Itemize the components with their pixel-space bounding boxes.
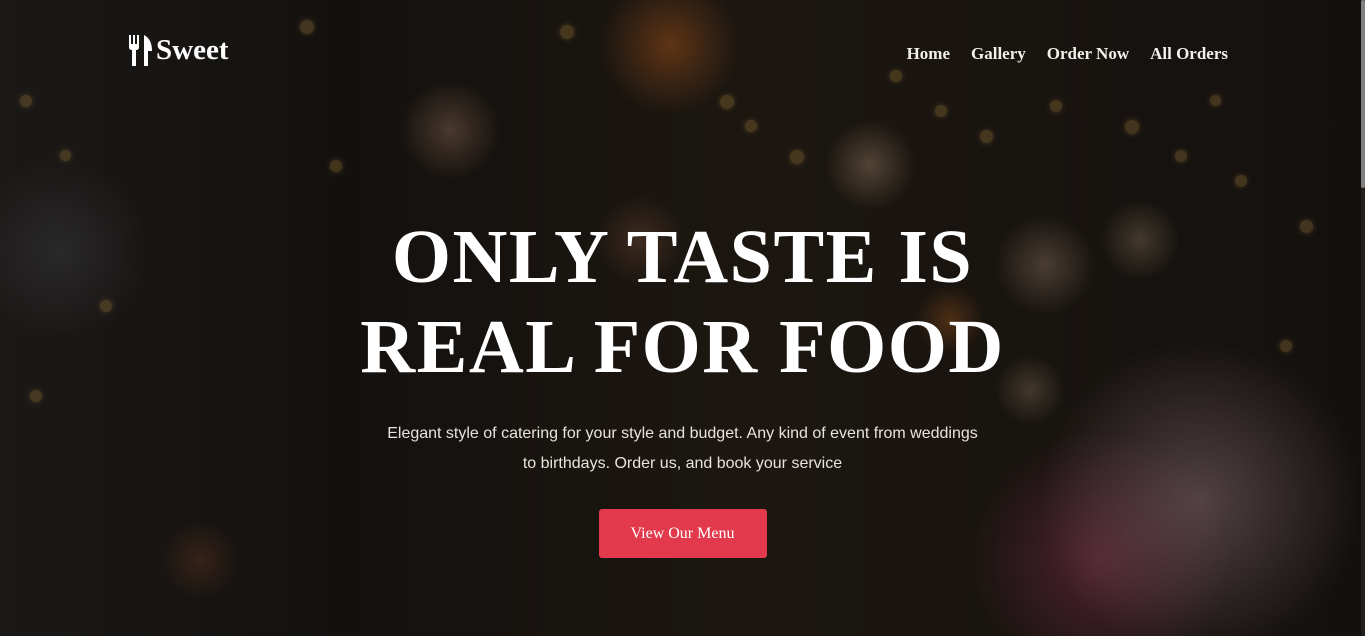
- page-scrollbar[interactable]: [1361, 0, 1365, 636]
- bokeh-light: [935, 105, 947, 117]
- bokeh-light: [330, 160, 342, 172]
- bokeh-light: [790, 150, 804, 164]
- hero-content: ONLY TASTE IS REAL FOR FOOD Elegant styl…: [0, 212, 1365, 558]
- brand-logo-link[interactable]: Sweet: [128, 32, 228, 68]
- main-nav: Home Gallery Order Now All Orders: [886, 43, 1228, 65]
- nav-item-gallery[interactable]: Gallery: [971, 43, 1026, 65]
- nav-item-home[interactable]: Home: [907, 43, 950, 65]
- hero-subtitle: Elegant style of catering for your style…: [387, 425, 978, 472]
- hero-section: Sweet Home Gallery Order Now All Orders …: [0, 0, 1365, 636]
- bokeh-light: [60, 150, 71, 161]
- bokeh-light: [980, 130, 993, 143]
- top-navbar: Sweet Home Gallery Order Now All Orders: [0, 0, 1365, 105]
- view-menu-button[interactable]: View Our Menu: [598, 509, 767, 558]
- nav-item-order-now[interactable]: Order Now: [1047, 43, 1129, 65]
- scrollbar-thumb[interactable]: [1361, 0, 1365, 188]
- nav-item-all-orders[interactable]: All Orders: [1150, 43, 1228, 65]
- fork-knife-icon: [129, 35, 152, 66]
- brand-name: Sweet: [156, 34, 229, 66]
- bokeh-light: [1175, 150, 1187, 162]
- hero-headline-line2: REAL FOR FOOD: [360, 305, 1005, 389]
- hero-headline-line1: ONLY TASTE IS: [391, 215, 974, 299]
- bokeh-light: [1235, 175, 1247, 187]
- bokeh-light: [745, 120, 757, 132]
- hero-headline: ONLY TASTE IS REAL FOR FOOD: [283, 212, 1083, 392]
- bokeh-light: [1125, 120, 1139, 134]
